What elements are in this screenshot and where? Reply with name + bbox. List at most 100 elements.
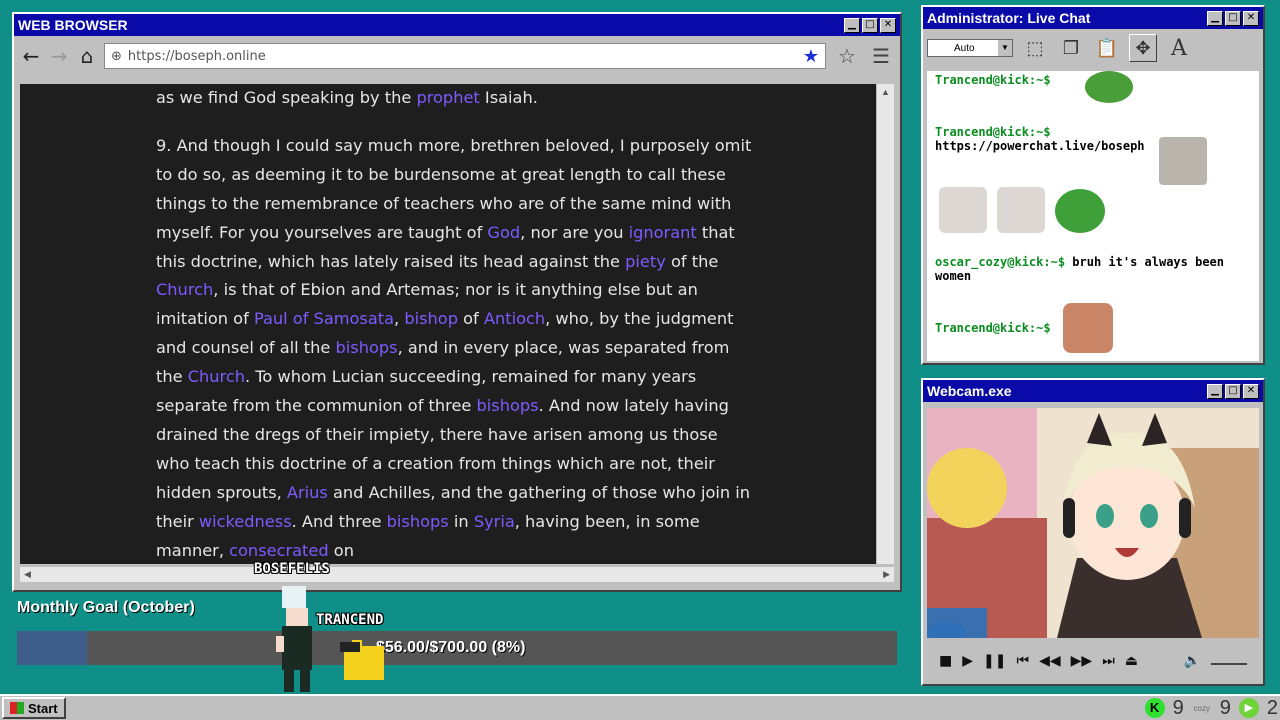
webcam-feed — [927, 408, 1259, 638]
volume-slider[interactable] — [1211, 657, 1247, 665]
url-bar[interactable]: ⊕ https://boseph.online ★ — [104, 43, 826, 69]
tray-count: 2 — [1266, 696, 1278, 719]
page-content: as we find God speaking by the prophet I… — [20, 84, 876, 564]
start-label: Start — [28, 700, 58, 716]
article-link[interactable]: bishops — [387, 512, 449, 531]
stop-icon[interactable]: ■ — [939, 653, 952, 669]
article-link[interactable]: Syria — [474, 512, 515, 531]
vertical-scrollbar[interactable]: ▲ — [876, 84, 894, 564]
close-button[interactable]: ✕ — [1243, 383, 1259, 399]
favorites-star-icon[interactable]: ☆ — [832, 44, 862, 69]
chat-titlebar[interactable]: Administrator: Live Chat ▁ □ ✕ — [923, 7, 1263, 29]
goal-label: Monthly Goal (October) — [17, 599, 195, 616]
forward-arrow-icon[interactable]: → — [48, 43, 70, 69]
taskbar: Start K 9 cozy 9 ▶ 2 — [0, 694, 1280, 720]
chat-message: oscar_cozy@kick:~$ bruh it's always been… — [935, 255, 1251, 283]
scroll-right-arrow-icon[interactable]: ▶ — [883, 569, 890, 580]
maximize-button[interactable]: □ — [1225, 383, 1241, 399]
volume-icon[interactable]: 🔈 — [1184, 653, 1201, 669]
article-link[interactable]: Church — [188, 367, 245, 386]
article-paragraph: 9. And though I could say much more, bre… — [156, 135, 752, 560]
article-link[interactable]: piety — [625, 252, 666, 271]
article-link[interactable]: bishops — [335, 338, 397, 357]
chat-username: Trancend@kick:~$ — [935, 73, 1051, 87]
article: as we find God speaking by the prophet I… — [156, 84, 756, 564]
move-icon[interactable]: ✥ — [1129, 34, 1157, 62]
windows-logo-icon — [10, 702, 24, 714]
fast-forward-icon[interactable]: ▶▶ — [1071, 653, 1093, 669]
face-emote-icon — [1063, 303, 1113, 353]
start-button[interactable]: Start — [2, 697, 66, 719]
article-link[interactable]: God — [487, 223, 520, 242]
pepe-emote-icon — [1085, 71, 1133, 103]
minimize-button[interactable]: ▁ — [844, 17, 860, 33]
article-link[interactable]: consecrated — [229, 541, 329, 560]
globe-icon: ⊕ — [111, 48, 122, 64]
browser-titlebar[interactable]: WEB BROWSER ▁ □ ✕ — [14, 14, 900, 36]
webcam-titlebar[interactable]: Webcam.exe ▁ □ ✕ — [923, 380, 1263, 402]
article-link[interactable]: prophet — [416, 88, 479, 107]
cozy-icon[interactable]: cozy — [1192, 704, 1212, 713]
article-link[interactable]: Church — [156, 280, 213, 299]
browser-title: WEB BROWSER — [18, 17, 128, 33]
rumble-icon[interactable]: ▶ — [1238, 698, 1259, 718]
chat-toolbar: Auto ▼ ⬚ ❐ 📋 ✥ A — [923, 29, 1263, 67]
article-link[interactable]: Arius — [287, 483, 328, 502]
rewind-icon[interactable]: ◀◀ — [1039, 653, 1061, 669]
close-button[interactable]: ✕ — [1243, 10, 1259, 26]
goal-amount: $56.00/$700.00 (8%) — [376, 639, 526, 656]
pause-icon[interactable]: ❚❚ — [983, 653, 1006, 669]
maximize-button[interactable]: □ — [1225, 10, 1241, 26]
system-tray: K 9 cozy 9 ▶ 2 — [1144, 696, 1278, 720]
article-link[interactable]: Paul of Samosata — [254, 309, 394, 328]
article-link[interactable]: bishops — [477, 396, 539, 415]
text-icon[interactable]: A — [1165, 34, 1193, 62]
tray-count: 9 — [1172, 696, 1184, 719]
scroll-left-arrow-icon[interactable]: ◀ — [24, 569, 31, 580]
browser-window: WEB BROWSER ▁ □ ✕ ← → ⌂ ⊕ https://boseph… — [12, 12, 902, 592]
animal-emote-icon — [1159, 137, 1207, 185]
article-link[interactable]: ignorant — [629, 223, 697, 242]
address-toolbar: ← → ⌂ ⊕ https://boseph.online ★ ☆ ☰ — [14, 36, 900, 76]
skip-forward-icon[interactable]: ⏭ — [1102, 653, 1115, 669]
horizontal-scrollbar[interactable]: ◀ ▶ — [20, 566, 894, 582]
font-select[interactable]: Auto ▼ — [927, 39, 1013, 57]
copy-icon[interactable]: ❐ — [1057, 34, 1085, 62]
maximize-button[interactable]: □ — [862, 17, 878, 33]
chat-username: Trancend@kick:~$ — [935, 125, 1051, 139]
webcam-title: Webcam.exe — [927, 383, 1012, 399]
chat-username: oscar_cozy@kick:~$ — [935, 255, 1066, 269]
select-rect-icon[interactable]: ⬚ — [1021, 34, 1049, 62]
paste-icon[interactable]: 📋 — [1093, 34, 1121, 62]
article-link[interactable]: Antioch — [484, 309, 545, 328]
hamburger-menu-icon[interactable]: ☰ — [868, 44, 894, 69]
bookmark-star-icon[interactable]: ★ — [803, 46, 819, 67]
font-select-value: Auto — [954, 42, 975, 54]
eject-icon[interactable]: ⏏ — [1125, 653, 1138, 669]
goal-progress-fill — [17, 631, 88, 665]
chevron-down-icon[interactable]: ▼ — [998, 40, 1012, 56]
tray-count: 9 — [1219, 696, 1231, 719]
play-icon[interactable]: ▶ — [962, 653, 973, 669]
chat-text[interactable]: https://powerchat.live/boseph — [935, 139, 1145, 153]
minimize-button[interactable]: ▁ — [1207, 383, 1223, 399]
article-paragraph: as we find God speaking by the prophet I… — [156, 88, 538, 107]
chat-title: Administrator: Live Chat — [927, 10, 1091, 26]
close-button[interactable]: ✕ — [880, 17, 896, 33]
article-link[interactable]: wickedness — [199, 512, 292, 531]
webcam-window: Webcam.exe ▁ □ ✕ ■ ▶ ❚❚ ⏮ ◀◀ ▶▶ ⏭ ⏏ 🔈 — [921, 378, 1265, 686]
cat-emote-icon — [939, 187, 987, 233]
minimize-button[interactable]: ▁ — [1207, 10, 1223, 26]
cat-emote-icon — [997, 187, 1045, 233]
pepe-emote-icon — [1055, 189, 1105, 233]
scroll-up-arrow-icon[interactable]: ▲ — [877, 84, 894, 100]
skip-back-icon[interactable]: ⏮ — [1016, 653, 1029, 669]
kick-icon[interactable]: K — [1144, 698, 1165, 718]
url-text[interactable]: https://boseph.online — [128, 49, 797, 64]
chat-username: Trancend@kick:~$ — [935, 321, 1051, 335]
home-icon[interactable]: ⌂ — [76, 43, 98, 69]
chat-messages[interactable]: Trancend@kick:~$ Trancend@kick:~$ https:… — [927, 71, 1259, 361]
back-arrow-icon[interactable]: ← — [20, 43, 42, 69]
character-name-label: BOSEFELIS — [254, 561, 330, 577]
article-link[interactable]: bishop — [404, 309, 458, 328]
